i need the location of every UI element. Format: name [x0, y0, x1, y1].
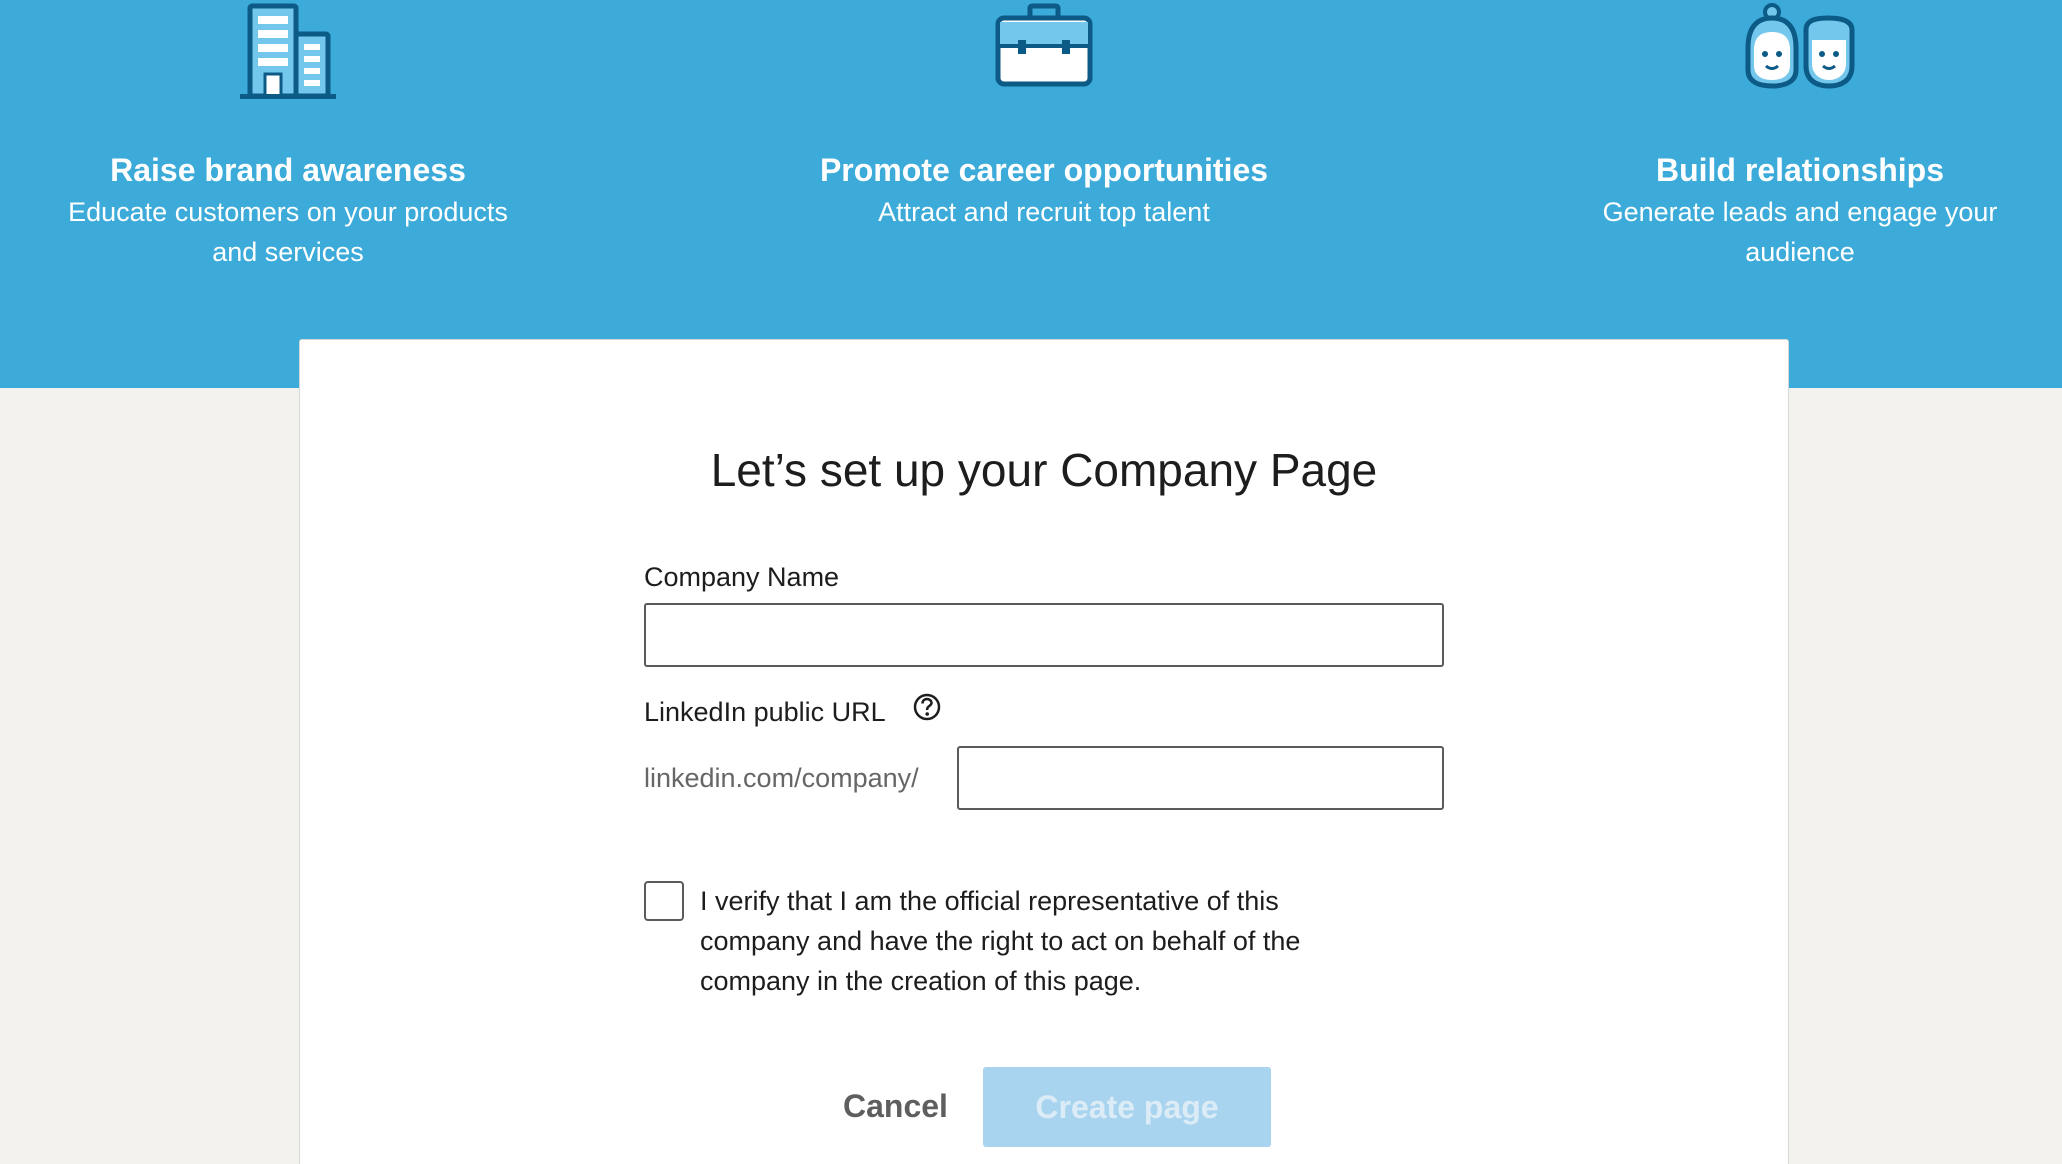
company-page-setup: Raise brand awareness Educate customers …: [0, 0, 2062, 1164]
verify-text-line: I verify that I am the official represen…: [700, 886, 1279, 916]
feature-title: Raise brand awareness: [110, 152, 466, 188]
feature-description: Attract and recruit top talent: [794, 192, 1294, 232]
url-label: LinkedIn public URL: [644, 697, 886, 727]
feature-description-line: Educate customers on your products: [68, 197, 508, 227]
feature-description-line: Attract and recruit top talent: [878, 197, 1210, 227]
feature-description-line: audience: [1745, 237, 1855, 267]
verify_text-line: company in the creation of this page.: [700, 966, 1142, 996]
cancel-button[interactable]: Cancel: [843, 1086, 948, 1126]
verify-checkbox[interactable]: [644, 881, 684, 921]
people-icon: [1745, 3, 1855, 89]
question-circle-icon[interactable]: [912, 692, 942, 722]
page-title: Let’s set up your Company Page: [710, 444, 1378, 496]
feature-banner: Raise brand awareness Educate customers …: [0, 0, 2062, 388]
create-page-button[interactable]: Create page: [983, 1067, 1271, 1147]
url-prefix: linkedin.com/company/: [644, 763, 919, 793]
briefcase-icon: [995, 3, 1093, 87]
verify-text-line: company and have the right to act on beh…: [700, 926, 1301, 956]
feature-title: Promote career opportunities: [819, 152, 1269, 188]
feature-description: Generate leads and engage your audience: [1550, 192, 2050, 272]
building-icon: [240, 3, 336, 99]
company-name-label: Company Name: [644, 562, 840, 592]
verify-text: I verify that I am the official represen…: [700, 881, 1380, 1001]
feature-description-line: and services: [212, 237, 364, 267]
company-name-input[interactable]: [644, 603, 1444, 667]
feature-title: Build relationships: [1655, 152, 1945, 188]
setup-card: Let’s set up your Company Page Company N…: [299, 339, 1789, 1164]
feature-description: Educate customers on your products and s…: [38, 192, 538, 272]
feature-description-line: Generate leads and engage your: [1602, 197, 1998, 227]
url-input[interactable]: [957, 746, 1444, 810]
